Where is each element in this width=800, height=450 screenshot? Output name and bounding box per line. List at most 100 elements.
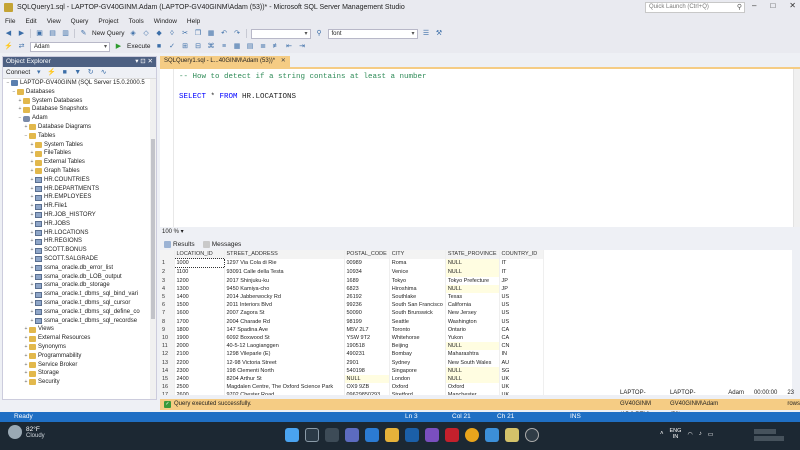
table-cell[interactable]: Tokyo	[389, 276, 446, 285]
table-cell[interactable]: Venice	[389, 267, 446, 277]
table-cell[interactable]: 1298 Vileparle (E)	[224, 350, 345, 359]
table-cell[interactable]: 6823	[344, 284, 390, 294]
filter-icon[interactable]: ▼	[73, 68, 82, 77]
table-cell[interactable]: 490231	[344, 350, 390, 359]
table-cell[interactable]: AU	[499, 358, 544, 367]
table-cell[interactable]: Yukon	[445, 334, 500, 343]
menu-window[interactable]: Window	[154, 18, 177, 25]
table-cell[interactable]: 10934	[344, 267, 390, 277]
table-row[interactable]: 5 1400 2014 Jabberwocky Rd 26192 Southlake Te…	[160, 293, 544, 302]
app-icon[interactable]	[525, 428, 539, 442]
table-cell[interactable]: 99236	[344, 301, 390, 310]
increase-indent-icon[interactable]: ⇥	[298, 42, 307, 51]
tree-node[interactable]: − Databases	[3, 88, 156, 97]
table-cell[interactable]: London	[389, 375, 446, 384]
store-icon[interactable]	[405, 428, 419, 442]
find-icon[interactable]: ⚲	[315, 29, 324, 38]
tree-node[interactable]: + System Tables	[3, 141, 156, 150]
table-cell[interactable]: 12-98 Victoria Street	[224, 358, 345, 367]
table-cell[interactable]: 1300	[174, 284, 225, 294]
table-cell[interactable]: Bombay	[389, 350, 446, 359]
activity-monitor-icon[interactable]: ∿	[99, 68, 108, 77]
tree-node[interactable]: + ssma_oracle.t_dbms_sql_bind_vari	[3, 290, 156, 299]
table-row[interactable]: 6 1500 2011 Interiors Blvd 99236 South San F…	[160, 301, 544, 310]
table-cell[interactable]: 1500	[174, 301, 225, 310]
tree-node[interactable]: + HR.REGIONS	[3, 237, 156, 246]
table-cell[interactable]: 2007 Zagora St	[224, 309, 345, 318]
table-cell[interactable]: IN	[499, 350, 544, 359]
save-all-icon[interactable]: ▥	[61, 29, 70, 38]
table-cell[interactable]: 1700	[174, 317, 225, 326]
tree-node[interactable]: + External Resources	[3, 334, 156, 343]
tree-node[interactable]: + HR.COUNTRIES	[3, 176, 156, 185]
app-icon[interactable]	[425, 428, 439, 442]
table-cell[interactable]: 2017 Shinjuku-ku	[224, 276, 345, 285]
mcafee-icon[interactable]	[445, 428, 459, 442]
tree-node[interactable]: + ssma_oracle.db_storage	[3, 281, 156, 290]
chevron-up-icon[interactable]: ˄	[660, 431, 664, 437]
table-cell[interactable]: South San Francisco	[389, 301, 446, 310]
task-view-icon[interactable]	[325, 428, 339, 442]
table-cell[interactable]: 2100	[174, 350, 225, 359]
table-cell[interactable]: 2300	[174, 366, 225, 376]
file-explorer-icon[interactable]	[385, 428, 399, 442]
new-query-button[interactable]: New Query	[92, 30, 125, 37]
pin-icon[interactable]: ▾ ⊡ ✕	[135, 57, 156, 67]
change-connection-icon[interactable]: ⇄	[17, 42, 26, 51]
table-cell[interactable]: California	[445, 301, 500, 310]
column-header[interactable]: STATE_PROVINCE	[445, 250, 500, 259]
table-cell[interactable]: 6092 Boxwood St	[224, 334, 345, 343]
search-icon[interactable]	[305, 428, 319, 442]
execute-icon[interactable]: ▶	[114, 42, 123, 51]
database-engine-query-icon[interactable]: ◈	[129, 29, 138, 38]
table-cell[interactable]: UK	[499, 375, 544, 384]
table-row[interactable]: 12 2100 1298 Vileparle (E) 490231 Bombay Maha…	[160, 350, 544, 359]
table-cell[interactable]: 198 Clementi North	[224, 366, 345, 376]
table-cell[interactable]: 147 Spadina Ave	[224, 325, 345, 335]
table-cell[interactable]: Singapore	[389, 366, 446, 376]
maximize-icon[interactable]: □	[770, 1, 775, 10]
menu-help[interactable]: Help	[187, 18, 200, 25]
toolbox-icon[interactable]: ⚒	[435, 29, 444, 38]
table-cell[interactable]: 1200	[174, 276, 225, 285]
table-cell[interactable]: Manchester	[445, 391, 500, 395]
menu-view[interactable]: View	[47, 18, 61, 25]
tree-node[interactable]: + Database Diagrams	[3, 123, 156, 132]
undo-icon[interactable]: ↶	[220, 29, 229, 38]
table-cell[interactable]: 2901	[344, 358, 390, 367]
table-cell[interactable]: US	[499, 309, 544, 318]
tree-node[interactable]: + HR.JOBS	[3, 220, 156, 229]
redo-icon[interactable]: ↷	[233, 29, 242, 38]
language-indicator[interactable]: ENG IN	[670, 428, 682, 440]
quick-launch-input[interactable]: Quick Launch (Ctrl+Q) ⚲	[645, 2, 745, 13]
column-header[interactable]: POSTAL_CODE	[344, 250, 390, 259]
minimize-icon[interactable]: –	[752, 1, 756, 10]
tree-node[interactable]: + SCOTT.SALGRADE	[3, 255, 156, 264]
table-cell[interactable]: UK	[499, 391, 544, 395]
column-header[interactable]: CITY	[389, 250, 446, 259]
table-cell[interactable]: 2011 Interiors Blvd	[224, 301, 345, 310]
table-cell[interactable]: M5V 2L7	[344, 325, 390, 335]
paste-icon[interactable]: ▦	[207, 29, 216, 38]
refresh-icon[interactable]: ↻	[86, 68, 95, 77]
table-cell[interactable]: YSW 9T2	[344, 334, 390, 343]
xmla-query-icon[interactable]: ◊	[168, 29, 177, 38]
table-cell[interactable]: New Jersey	[445, 309, 500, 318]
table-cell[interactable]: 00989	[344, 258, 390, 268]
table-row[interactable]: 3 1200 2017 Shinjuku-ku 1689 Tokyo Tokyo Pref…	[160, 276, 544, 285]
mdx-query-icon[interactable]: ◇	[142, 29, 151, 38]
table-cell[interactable]: 2004 Charade Rd	[224, 317, 345, 326]
disconnect-icon[interactable]: ⚡	[47, 68, 56, 77]
table-cell[interactable]: Washington	[445, 317, 500, 326]
table-row[interactable]: 10 1900 6092 Boxwood St YSW 9T2 Whitehorse Yu…	[160, 334, 544, 343]
menu-query[interactable]: Query	[71, 18, 89, 25]
comment-icon[interactable]: ≣	[259, 42, 268, 51]
tree-node[interactable]: + SCOTT.BONUS	[3, 246, 156, 255]
table-cell[interactable]: UK	[499, 383, 544, 392]
results-to-text-icon[interactable]: ≡	[220, 42, 229, 51]
display-plan-icon[interactable]: ⊞	[181, 42, 190, 51]
tree-node[interactable]: + Storage	[3, 369, 156, 378]
table-cell[interactable]: JP	[499, 276, 544, 285]
tree-node[interactable]: + Views	[3, 325, 156, 334]
table-cell[interactable]: 8204 Arthur St	[224, 375, 345, 384]
